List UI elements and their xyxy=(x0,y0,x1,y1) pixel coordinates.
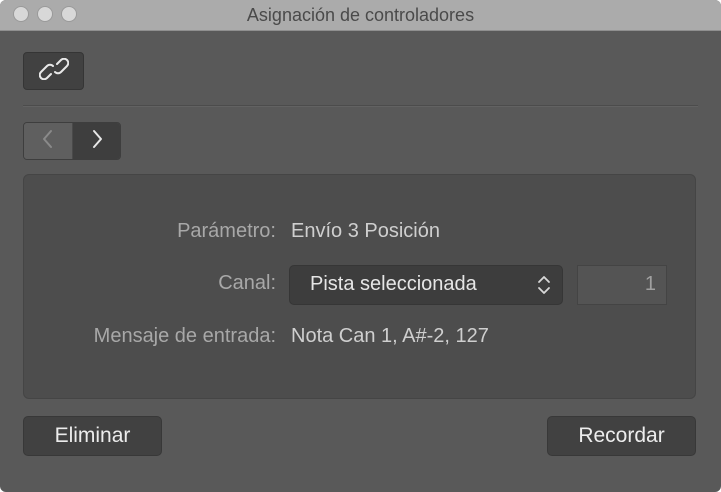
delete-button[interactable]: Eliminar xyxy=(23,416,162,456)
learn-button[interactable]: Recordar xyxy=(547,416,696,456)
previous-assignment-button[interactable] xyxy=(24,123,73,159)
chevron-right-icon xyxy=(91,129,103,154)
parameter-value: Envío 3 Posición xyxy=(291,220,440,242)
link-icon xyxy=(38,57,69,85)
up-down-chevron-icon xyxy=(536,274,552,301)
input-message-label: Mensaje de entrada: xyxy=(93,325,276,347)
assignment-navigation xyxy=(23,122,121,160)
next-assignment-button[interactable] xyxy=(73,123,120,159)
parameter-label: Parámetro: xyxy=(177,220,276,242)
title-bar[interactable]: Asignación de controladores xyxy=(0,0,721,31)
channel-label: Canal: xyxy=(218,272,276,294)
link-button[interactable] xyxy=(23,52,84,90)
input-message-value: Nota Can 1, A#-2, 127 xyxy=(291,325,489,347)
window-title: Asignación de controladores xyxy=(246,5,475,25)
chevron-left-icon xyxy=(42,129,54,154)
channel-number-value: 1 xyxy=(644,273,656,295)
channel-number-field[interactable]: 1 xyxy=(577,265,667,305)
channel-select-value: Pista seleccionada xyxy=(310,273,477,295)
channel-select[interactable]: Pista seleccionada xyxy=(289,265,563,305)
controller-assignments-window: Asignación de controladores Parámetro: E… xyxy=(0,0,721,492)
toolbar-separator xyxy=(23,105,698,107)
